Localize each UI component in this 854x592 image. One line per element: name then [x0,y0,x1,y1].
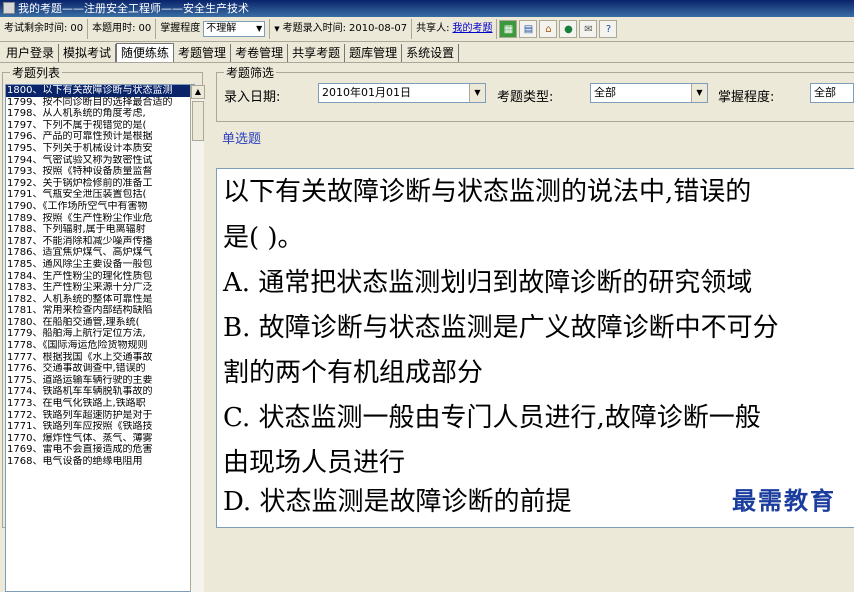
list-item[interactable]: 1797、下列不属于视错觉的是( [6,120,194,132]
list-item[interactable]: 1778、《国际海运危险货物规则 [6,340,194,352]
mastery-label: 掌握程度 [160,23,201,34]
list-item[interactable]: 1789、按照《生产性粉尘作业危 [6,213,194,225]
question-list-scrollbar[interactable]: ▲ [190,85,205,592]
window-title: 我的考题——注册安全工程师——安全生产技术 [18,2,249,15]
list-item[interactable]: 1777、根据我国《水上交通事故 [6,352,194,364]
excel-icon[interactable]: ▦ [499,20,518,38]
list-item[interactable]: 1792、关于锅炉检修前的准备工 [6,178,194,190]
list-item[interactable]: 1779、船舶海上航行定位方法, [6,328,194,340]
list-item[interactable]: 1773、在电气化铁路上,铁路职 [6,398,194,410]
main-tabs: 用户登录 模拟考试 随便练练 考题管理 考卷管理 共享考题 题库管理 系统设置 [0,43,854,63]
option-c: C. 状态监测一般由专门人员进行,故障诊断一般 [223,403,761,433]
status-toolbar: 考试剩余时间: 00 本题用时: 00 掌握程度 不理解 ▼ ▼ 考题录入时间:… [0,17,854,42]
list-item[interactable]: 1771、铁路列车应按照《铁路技 [6,421,194,433]
filter-mastery-value: 全部 [814,86,836,99]
mastery-select-value: 不理解 [206,23,237,34]
filter-mastery-label: 掌握程度: [718,90,775,105]
chevron-down-icon: ▼ [256,24,263,33]
list-item[interactable]: 1772、铁路列车超速防护是对于 [6,410,194,422]
tab-user-login[interactable]: 用户登录 [2,44,60,62]
list-item[interactable]: 1768、电气设备的绝缘电阻用 [6,456,194,468]
list-item[interactable]: 1795、下列关于机械设计本质安 [6,143,194,155]
entry-time-value: 2010-08-07 [348,23,408,34]
date-label: 录入日期: [224,90,281,105]
list-item[interactable]: 1793、按照《特种设备质量监督 [6,166,194,178]
question-type: 单选题 [222,132,262,147]
list-item[interactable]: 1800、以下有关故障诊断与状态监测 [6,85,194,97]
list-item[interactable]: 1798、从人机系统的角度考虑, [6,108,194,120]
option-b: B. 故障诊断与状态监测是广义故障诊断中不可分 [223,313,779,343]
list-item[interactable]: 1775、道路运输车辆行驶的主要 [6,375,194,387]
tab-paper-manage[interactable]: 考卷管理 [231,44,289,62]
type-select[interactable]: 全部 ▼ [590,83,708,103]
document-icon[interactable]: ▤ [519,20,538,38]
list-item[interactable]: 1776、交通事故调查中,错误的 [6,363,194,375]
option-a: A. 通常把状态监测划归到故障诊断的研究领域 [223,268,753,298]
remaining-time-value: 00 [70,23,84,34]
used-time: 本题用时: 00 [88,19,157,39]
question-list[interactable]: 1800、以下有关故障诊断与状态监测 1799、按不同诊断目的选择最合适的 1798… [5,84,195,592]
help-icon[interactable]: ? [599,20,618,38]
home-icon[interactable]: ⌂ [539,20,558,38]
chevron-down-icon: ▼ [469,84,485,102]
question-stem-line: 是( )。 [223,223,304,253]
date-select-value: 2010年01月01日 [322,86,411,99]
chevron-down-icon: ▼ [691,84,707,102]
list-item[interactable]: 1794、气密试验又称为致密性试 [6,155,194,167]
tab-system-settings[interactable]: 系统设置 [402,44,460,62]
question-stem-line: 以下有关故障诊断与状态监测的说法中,错误的 [223,177,752,207]
list-item[interactable]: 1786、适宜焦炉煤气、高炉煤气 [6,247,194,259]
question-list-panel: 考题列表 1800、以下有关故障诊断与状态监测 1799、按不同诊断目的选择最合适… [0,64,205,592]
list-item[interactable]: 1785、通风除尘主要设备一般包 [6,259,194,271]
remaining-time: 考试剩余时间: 00 [0,19,89,39]
list-item[interactable]: 1774、铁路机车车辆脱轨事故的 [6,386,194,398]
tab-random-practice[interactable]: 随便练练 [116,43,175,62]
list-item[interactable]: 1787、不能消除和减少噪声传播 [6,236,194,248]
mastery-selector: 掌握程度 不理解 ▼ [156,19,271,39]
list-item[interactable]: 1784、生产性粉尘的理化性质包 [6,271,194,283]
scroll-thumb[interactable] [192,101,204,141]
filter-mastery-select[interactable]: 全部 [810,83,854,103]
app-icon [3,2,15,14]
list-item[interactable]: 1780、在船舶交通管,理系统( [6,317,194,329]
watermark: 最需教育 [732,486,836,515]
option-d: D. 状态监测是故障诊断的前提 [223,487,572,517]
scroll-up-icon[interactable]: ▲ [191,85,205,99]
option-c-cont: 由现场人员进行 [223,448,406,478]
list-item[interactable]: 1781、常用来检查内部结构缺陷 [6,305,194,317]
globe-icon[interactable]: ● [559,20,578,38]
list-item[interactable]: 1770、爆炸性气体、蒸气、薄雾 [6,433,194,445]
mail-icon[interactable]: ✉ [579,20,598,38]
list-item[interactable]: 1769、雷电不会直接造成的危害 [6,444,194,456]
tab-mock-exam[interactable]: 模拟考试 [59,44,117,62]
type-label: 考题类型: [497,90,554,105]
list-item[interactable]: 1799、按不同诊断目的选择最合适的 [6,97,194,109]
filter-legend: 考题筛选 [224,64,277,81]
list-item[interactable]: 1782、人机系统的整体可靠性是 [6,294,194,306]
entry-time: ▼ 考题录入时间: 2010-08-07 [270,19,413,39]
entry-time-label: 考题录入时间: [282,23,346,34]
remaining-time-label: 考试剩余时间: [4,23,68,34]
date-select[interactable]: 2010年01月01日 ▼ [318,83,486,103]
tab-shared-questions[interactable]: 共享考题 [288,44,346,62]
sharer: 共享人: 我的考题 [412,19,498,39]
question-text-area[interactable]: 以下有关故障诊断与状态监测的说法中,错误的 是( )。 A. 通常把状态监测划归… [216,168,854,528]
used-time-label: 本题用时: [92,23,136,34]
chevron-down-icon: ▼ [274,25,280,33]
list-item[interactable]: 1788、下列辐射,属于电离辐射 [6,224,194,236]
tab-question-manage[interactable]: 考题管理 [174,44,232,62]
list-item[interactable]: 1791、气瓶安全泄压装置包括( [6,189,194,201]
sharer-label: 共享人: [416,23,450,34]
list-item[interactable]: 1783、生产性粉尘来源十分广泛 [6,282,194,294]
tab-bank-manage[interactable]: 题库管理 [345,44,403,62]
option-b-cont: 割的两个有机组成部分 [223,358,484,388]
list-item[interactable]: 1796、产品的可靠性预计是根据 [6,131,194,143]
title-bar: 我的考题——注册安全工程师——安全生产技术 [0,0,854,17]
question-list-legend: 考题列表 [10,64,63,81]
mastery-select[interactable]: 不理解 ▼ [203,21,266,37]
used-time-value: 00 [138,23,152,34]
sharer-link[interactable]: 我的考题 [452,20,492,38]
list-item[interactable]: 1790、《工作场所空气中有害物 [6,201,194,213]
type-select-value: 全部 [594,86,616,99]
